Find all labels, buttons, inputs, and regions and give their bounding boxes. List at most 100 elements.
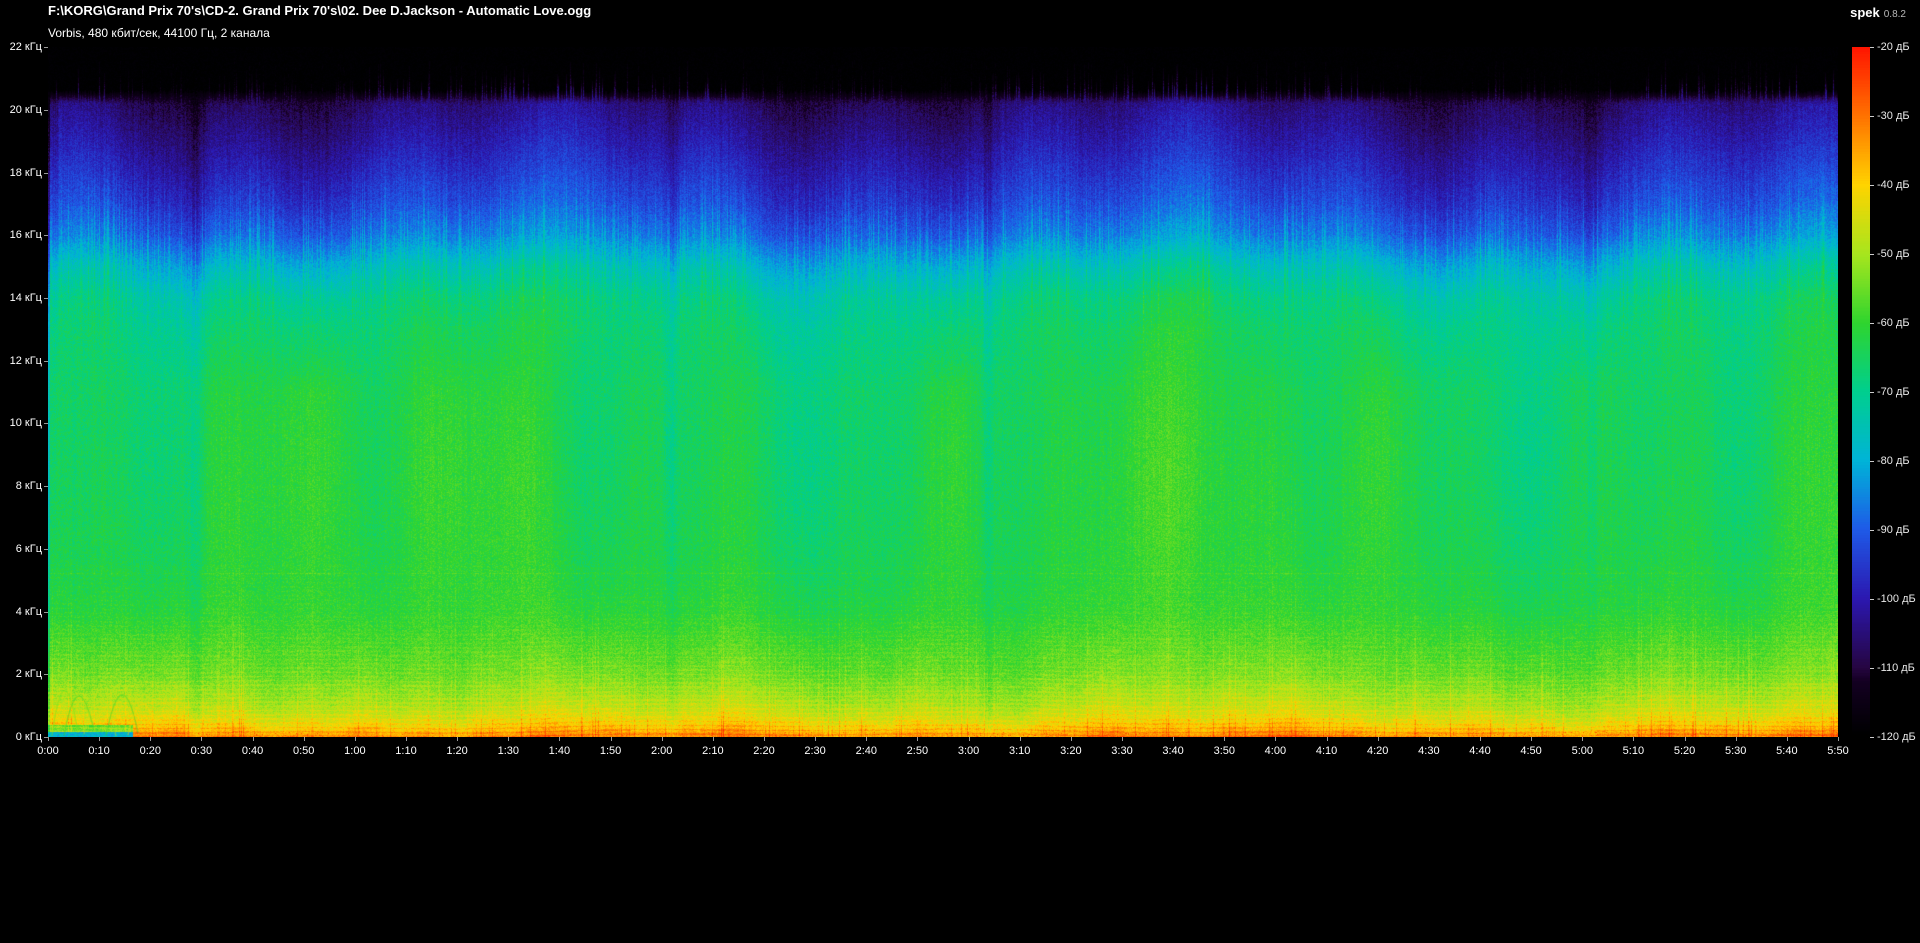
time-tick [1735, 737, 1737, 741]
time-tick [1173, 737, 1175, 741]
time-tick [1377, 737, 1379, 741]
freq-axis-label: 14 кГц [9, 291, 42, 304]
time-axis-label: 2:40 [855, 745, 878, 757]
time-axis-label: 1:30 [497, 745, 520, 757]
time-tick [1326, 737, 1328, 741]
freq-tick [44, 172, 48, 174]
time-tick [712, 737, 714, 741]
time-axis-label: 3:40 [1162, 745, 1184, 757]
time-tick [303, 737, 305, 741]
time-tick [1428, 737, 1430, 741]
freq-tick [44, 297, 48, 299]
time-axis-label: 5:20 [1673, 745, 1696, 757]
time-axis-label: 2:30 [804, 745, 826, 757]
time-tick [661, 737, 663, 741]
time-tick [1786, 737, 1788, 741]
freq-tick [44, 360, 48, 362]
db-tick [1870, 599, 1874, 600]
time-axis-label: 2:10 [702, 745, 724, 757]
time-axis-label: 0:00 [37, 745, 59, 757]
freq-tick [44, 423, 48, 425]
db-tick [1870, 323, 1874, 324]
time-tick [1224, 737, 1226, 741]
time-axis-label: 0:50 [292, 745, 315, 757]
spectrogram [48, 47, 1838, 737]
freq-tick [44, 611, 48, 613]
time-tick [559, 737, 561, 741]
time-tick [48, 737, 49, 741]
db-scale-label: -90 дБ [1877, 524, 1910, 536]
time-tick [764, 737, 765, 741]
time-tick [1122, 737, 1123, 741]
freq-tick [44, 674, 48, 676]
time-tick [508, 737, 510, 741]
time-tick [252, 737, 254, 741]
time-tick [866, 737, 868, 741]
time-axis-label: 5:10 [1622, 745, 1645, 757]
time-tick [1019, 737, 1021, 741]
freq-axis-label: 4 кГц [15, 605, 42, 618]
time-tick [1633, 737, 1635, 741]
db-tick [1870, 254, 1874, 255]
time-axis-label: 5:40 [1776, 745, 1798, 757]
db-tick [1870, 47, 1874, 48]
time-tick [968, 737, 970, 741]
db-tick [1870, 116, 1874, 117]
time-tick [406, 737, 407, 741]
freq-axis-label: 6 кГц [15, 542, 42, 555]
app-name: spek [1850, 5, 1880, 20]
freq-tick [44, 47, 48, 48]
time-axis-label: 1:50 [599, 745, 622, 757]
time-axis-label: 1:10 [395, 745, 417, 757]
file-path-title: F:\KORG\Grand Prix 70's\CD-2. Grand Prix… [48, 3, 592, 18]
time-tick [1582, 737, 1584, 741]
time-axis-label: 3:00 [957, 745, 980, 757]
db-scale-label: -100 дБ [1877, 593, 1916, 605]
time-axis-label: 0:40 [241, 745, 264, 757]
time-axis-label: 4:40 [1469, 745, 1491, 757]
time-axis-label: 1:00 [344, 745, 366, 757]
time-axis-label: 4:20 [1366, 745, 1389, 757]
time-axis-label: 5:00 [1571, 745, 1594, 757]
time-axis-label: 4:00 [1264, 745, 1287, 757]
db-tick [1870, 668, 1874, 669]
app-brand: spek 0.8.2 [1850, 4, 1906, 22]
time-axis-label: 5:50 [1827, 745, 1849, 757]
db-scale-label: -60 дБ [1877, 317, 1910, 329]
time-axis-label: 0:30 [190, 745, 213, 757]
db-tick [1870, 461, 1874, 462]
time-axis-label: 2:00 [650, 745, 673, 757]
time-axis-label: 3:30 [1111, 745, 1133, 757]
time-axis-label: 1:40 [548, 745, 571, 757]
freq-axis-label: 10 кГц [9, 417, 42, 430]
db-scale-label: -70 дБ [1877, 386, 1910, 398]
db-scale-label: -30 дБ [1877, 110, 1910, 122]
freq-axis-label: 0 кГц [15, 731, 42, 743]
time-tick [1275, 737, 1277, 741]
freq-axis-label: 16 кГц [9, 229, 42, 242]
db-scale-label: -120 дБ [1877, 731, 1916, 743]
time-axis-label: 3:10 [1008, 745, 1031, 757]
time-tick [610, 737, 612, 741]
app-version: 0.8.2 [1883, 9, 1906, 20]
time-tick [457, 737, 459, 741]
freq-axis-label: 12 кГц [9, 354, 42, 367]
time-axis-label: 2:20 [753, 745, 775, 757]
time-tick [1480, 737, 1481, 741]
time-tick [150, 737, 152, 741]
time-axis-label: 4:50 [1520, 745, 1542, 757]
time-axis-label: 0:20 [139, 745, 162, 757]
db-tick [1870, 530, 1874, 531]
time-tick [1684, 737, 1686, 741]
db-tick [1870, 737, 1874, 738]
db-tick [1870, 185, 1874, 186]
db-scale-label: -80 дБ [1877, 455, 1910, 467]
time-tick [1838, 737, 1839, 741]
time-axis-label: 3:50 [1213, 745, 1236, 757]
stream-info: Vorbis, 480 кбит/сек, 44100 Гц, 2 канала [48, 26, 270, 40]
freq-axis-label: 8 кГц [15, 480, 42, 493]
time-axis-label: 4:30 [1418, 745, 1440, 757]
db-tick [1870, 392, 1874, 393]
freq-axis-label: 22 кГц [9, 41, 42, 53]
time-axis-label: 2:50 [906, 745, 929, 757]
